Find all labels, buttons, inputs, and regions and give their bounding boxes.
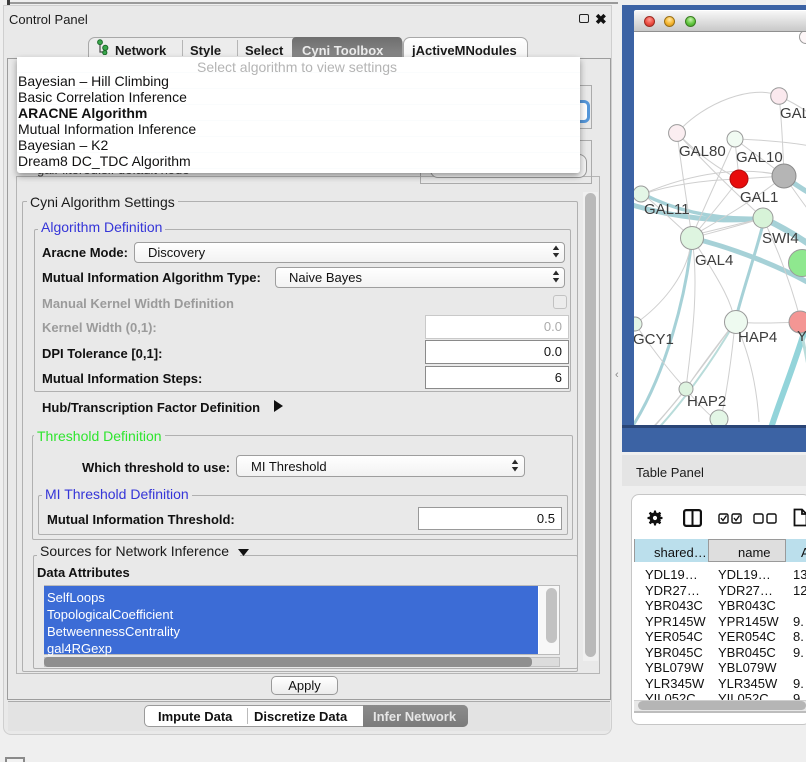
- svg-text:GAL11: GAL11: [644, 201, 690, 218]
- svg-text:GAL: GAL: [780, 105, 806, 122]
- svg-text:GAL80: GAL80: [679, 143, 726, 160]
- svg-text:Y: Y: [797, 328, 806, 345]
- svg-text:GCY1: GCY1: [634, 331, 674, 348]
- svg-text:GAL1: GAL1: [740, 189, 778, 206]
- svg-text:SWI4: SWI4: [762, 230, 799, 247]
- svg-text:HAP2: HAP2: [687, 393, 726, 410]
- svg-text:GAL4: GAL4: [695, 252, 733, 269]
- svg-text:HAP4: HAP4: [738, 329, 777, 346]
- svg-text:GAL10: GAL10: [736, 149, 783, 166]
